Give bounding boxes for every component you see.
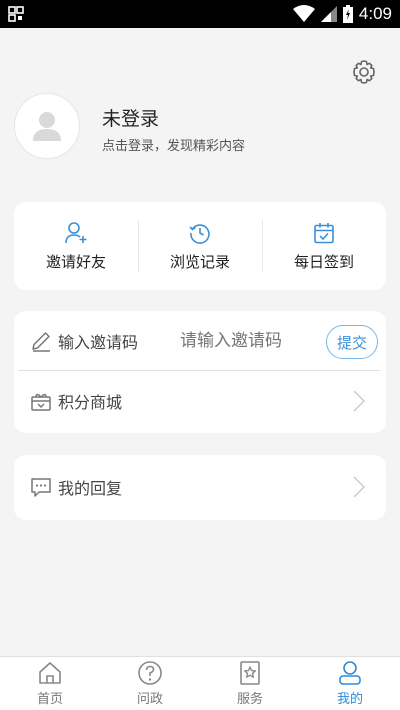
avatar[interactable] — [14, 93, 80, 159]
calendar-check-icon — [314, 222, 334, 243]
invite-friends-button[interactable]: 邀请好友 — [14, 202, 138, 290]
my-replies-label: 我的回复 — [58, 479, 123, 498]
quick-actions-card: 邀请好友 浏览记录 每日签到 — [14, 202, 386, 290]
wifi-icon — [292, 5, 315, 22]
tab-inquiry[interactable]: 问政 — [100, 657, 200, 710]
chevron-right-icon — [353, 476, 366, 498]
browse-history-button[interactable]: 浏览记录 — [138, 202, 262, 290]
history-icon — [189, 223, 210, 244]
battery-icon — [342, 5, 353, 23]
question-icon — [138, 661, 162, 685]
daily-checkin-label: 每日签到 — [293, 252, 354, 271]
browse-history-label: 浏览记录 — [169, 252, 230, 271]
tab-mine-label: 我的 — [336, 692, 363, 707]
tab-home[interactable]: 首页 — [0, 657, 100, 710]
gift-box-icon — [31, 393, 51, 411]
invite-code-input[interactable] — [180, 330, 320, 351]
bottom-tab-bar: 首页 问政 服务 我的 — [0, 656, 400, 710]
add-user-icon — [65, 221, 87, 243]
invite-friends-label: 邀请好友 — [45, 252, 106, 271]
chat-bubble-icon — [31, 478, 51, 497]
replies-card: 我的回复 — [14, 455, 386, 520]
status-bar: 4:09 — [0, 0, 400, 28]
points-mall-row[interactable]: 积分商城 — [14, 371, 386, 431]
settings-gear-icon[interactable] — [350, 58, 378, 86]
user-icon — [339, 661, 361, 685]
tab-home-label: 首页 — [36, 692, 63, 707]
default-avatar-icon — [33, 112, 61, 141]
home-icon — [39, 662, 61, 684]
tab-inquiry-label: 问政 — [136, 692, 163, 707]
signal-icon — [320, 6, 337, 22]
clock: 4:09 — [358, 4, 392, 23]
invite-code-label: 输入邀请码 — [58, 332, 139, 352]
my-replies-row[interactable]: 我的回复 — [14, 457, 386, 517]
login-title[interactable]: 未登录 — [102, 104, 159, 131]
daily-checkin-button[interactable]: 每日签到 — [262, 202, 386, 290]
login-subtitle[interactable]: 点击登录，发现精彩内容 — [102, 135, 245, 154]
submit-button[interactable]: 提交 — [326, 325, 378, 359]
chevron-right-icon — [353, 390, 366, 412]
tab-services-label: 服务 — [236, 692, 263, 707]
points-mall-label: 积分商城 — [58, 393, 123, 412]
tab-services[interactable]: 服务 — [200, 657, 300, 710]
tab-mine[interactable]: 我的 — [300, 657, 400, 710]
pencil-icon — [32, 331, 50, 352]
invite-code-row: 输入邀请码 提交 — [18, 311, 380, 371]
star-bookmark-icon — [240, 661, 260, 685]
menu-card: 输入邀请码 提交 积分商城 — [14, 311, 386, 433]
notification-icon — [8, 6, 24, 22]
